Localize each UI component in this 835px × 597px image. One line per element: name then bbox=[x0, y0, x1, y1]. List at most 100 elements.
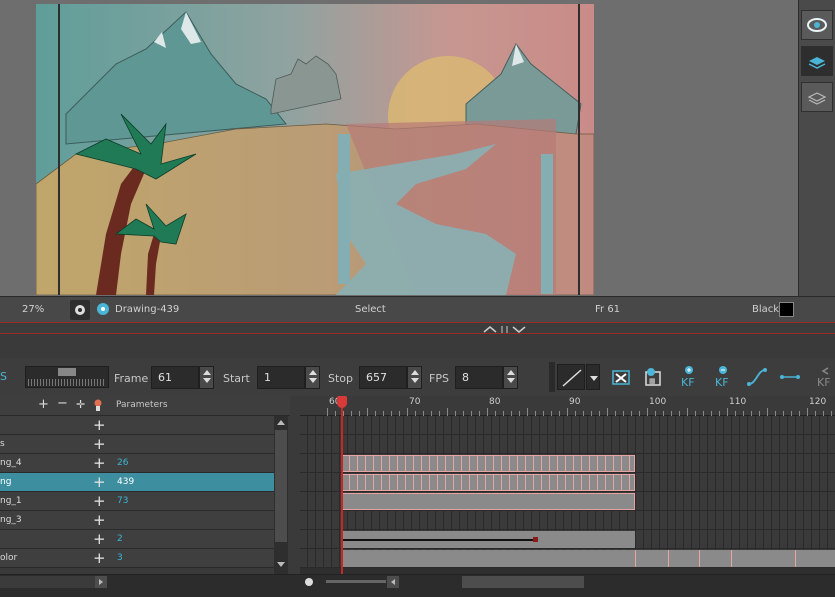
scrub-slider-handle[interactable] bbox=[58, 368, 76, 376]
drawing-keyframe-icon[interactable]: ▦ bbox=[640, 364, 666, 390]
color-swatch[interactable] bbox=[779, 302, 794, 317]
layer-row[interactable]: ng_4 +26 bbox=[0, 454, 274, 473]
layer-active-icon[interactable] bbox=[801, 46, 833, 76]
ruler-tick-label: 70 bbox=[409, 397, 421, 407]
layer-parameter[interactable]: 26 bbox=[117, 458, 128, 468]
scroll-down-icon[interactable] bbox=[277, 562, 285, 567]
expand-layer-icon[interactable]: + bbox=[93, 435, 106, 453]
timeline-zoom-slider[interactable] bbox=[326, 580, 386, 583]
timeline-row[interactable] bbox=[300, 492, 835, 511]
exposure-block[interactable] bbox=[341, 550, 635, 567]
layer-row[interactable]: s + bbox=[0, 435, 274, 454]
collapse-handle-icon[interactable] bbox=[480, 324, 530, 334]
layer-parameter[interactable]: 439 bbox=[117, 477, 134, 487]
stop-stepper[interactable] bbox=[407, 366, 422, 389]
layer-inactive-icon[interactable] bbox=[801, 82, 833, 112]
playhead[interactable] bbox=[341, 396, 343, 574]
exposure-block[interactable] bbox=[699, 550, 731, 567]
ruler-tick-mark bbox=[447, 408, 448, 416]
ruler-tick-mark bbox=[527, 408, 528, 416]
zoom-out-icon[interactable] bbox=[303, 576, 315, 588]
zoom-level[interactable]: 27% bbox=[22, 304, 44, 315]
function-block[interactable] bbox=[341, 531, 635, 548]
expand-layer-icon[interactable]: + bbox=[93, 492, 106, 510]
expand-layer-icon[interactable]: + bbox=[93, 549, 106, 567]
frame-label: Frame bbox=[114, 372, 149, 385]
exposure-block[interactable] bbox=[635, 550, 668, 567]
exposure-block[interactable] bbox=[341, 455, 635, 472]
add-layer-icon[interactable]: + bbox=[38, 397, 49, 412]
layer-row[interactable]: + bbox=[0, 416, 274, 435]
layer-name: ng_1 bbox=[0, 496, 22, 506]
fps-stepper[interactable] bbox=[503, 366, 518, 389]
timeline-grid[interactable]: 60 70 80 90 100 110 120 bbox=[300, 396, 835, 574]
frame-stepper[interactable] bbox=[199, 366, 214, 389]
remove-keyframe-icon[interactable]: KF bbox=[710, 364, 736, 390]
layer-row[interactable]: olor +3 bbox=[0, 549, 274, 568]
line-dropdown-icon[interactable] bbox=[586, 364, 600, 390]
remove-layer-icon[interactable]: − bbox=[57, 396, 68, 411]
timeline-row[interactable] bbox=[300, 454, 835, 473]
eye-icon[interactable] bbox=[801, 10, 833, 40]
scroll-thumb[interactable] bbox=[275, 430, 287, 542]
exposure-block[interactable] bbox=[341, 474, 635, 491]
layer-row[interactable]: ng +439 bbox=[0, 473, 274, 492]
camera-frame bbox=[58, 4, 580, 295]
scrub-slider[interactable] bbox=[25, 366, 109, 388]
scroll-up-icon[interactable] bbox=[277, 420, 285, 425]
layer-panel: + − ✛ Parameters + s + ng_4 +26 ng +439 ng_1 +73… bbox=[0, 396, 290, 574]
expand-layer-icon[interactable]: + bbox=[93, 454, 106, 472]
drawing-name: Drawing-439 bbox=[115, 304, 180, 315]
timeline-row[interactable] bbox=[300, 473, 835, 492]
ruler-tick-mark bbox=[767, 408, 768, 416]
timeline-row[interactable] bbox=[300, 511, 835, 530]
layer-h-scroll[interactable] bbox=[0, 576, 95, 588]
layer-parameter[interactable]: 73 bbox=[117, 496, 128, 506]
expand-layer-icon[interactable]: + bbox=[93, 511, 106, 529]
line-style-icon[interactable] bbox=[557, 364, 585, 390]
keyframe-left-icon[interactable]: KF bbox=[812, 364, 835, 390]
create-keyframe-icon[interactable] bbox=[608, 364, 634, 390]
keyframe-marker[interactable] bbox=[533, 537, 538, 542]
ruler-tick-mark bbox=[807, 408, 808, 416]
timeline-row[interactable] bbox=[300, 549, 835, 568]
frame-field[interactable]: 61 bbox=[151, 366, 199, 389]
timeline-row[interactable] bbox=[300, 435, 835, 454]
frame-ruler[interactable]: 60 70 80 90 100 110 120 bbox=[300, 396, 835, 416]
ruler-tick-mark bbox=[607, 408, 608, 416]
constant-segment-icon[interactable] bbox=[777, 364, 803, 390]
layer-row[interactable]: +2 bbox=[0, 530, 274, 549]
paint-icon[interactable] bbox=[93, 399, 103, 411]
timeline-row[interactable] bbox=[300, 416, 835, 435]
layer-parameter[interactable]: 2 bbox=[117, 534, 123, 544]
add-peg-icon[interactable]: ✛ bbox=[76, 398, 85, 411]
exposure-block[interactable] bbox=[668, 550, 699, 567]
add-keyframe-icon[interactable]: KF bbox=[676, 364, 702, 390]
fps-field[interactable]: 8 bbox=[455, 366, 503, 389]
gear-icon[interactable] bbox=[70, 300, 90, 320]
timeline-scroll-thumb[interactable] bbox=[462, 576, 584, 588]
timeline-row[interactable] bbox=[300, 530, 835, 549]
start-field[interactable]: 1 bbox=[257, 366, 305, 389]
expand-layer-icon[interactable]: + bbox=[93, 416, 106, 434]
layer-name: s bbox=[0, 439, 5, 449]
exposure-block[interactable] bbox=[731, 550, 795, 567]
layer-scrollbar[interactable] bbox=[274, 416, 288, 574]
layer-parameter[interactable]: 3 bbox=[117, 553, 123, 563]
layer-row[interactable]: ng_1 +73 bbox=[0, 492, 274, 511]
playhead-handle[interactable] bbox=[337, 396, 347, 408]
exposure-block[interactable] bbox=[795, 550, 835, 567]
panel-divider[interactable] bbox=[0, 322, 835, 334]
start-stepper[interactable] bbox=[305, 366, 320, 389]
exposure-block[interactable] bbox=[341, 493, 635, 510]
stop-field[interactable]: 657 bbox=[359, 366, 407, 389]
stop-label: Stop bbox=[328, 372, 354, 385]
ease-curve-icon[interactable] bbox=[744, 364, 770, 390]
camera-view[interactable] bbox=[0, 0, 798, 296]
layer-h-scroll-arrow[interactable] bbox=[95, 576, 107, 588]
drawing-settings-icon[interactable] bbox=[95, 301, 111, 320]
layer-row[interactable]: ng_3 + bbox=[0, 511, 274, 530]
expand-layer-icon[interactable]: + bbox=[93, 530, 106, 548]
timeline-scroll-left[interactable] bbox=[387, 576, 399, 588]
expand-layer-icon[interactable]: + bbox=[93, 473, 106, 491]
